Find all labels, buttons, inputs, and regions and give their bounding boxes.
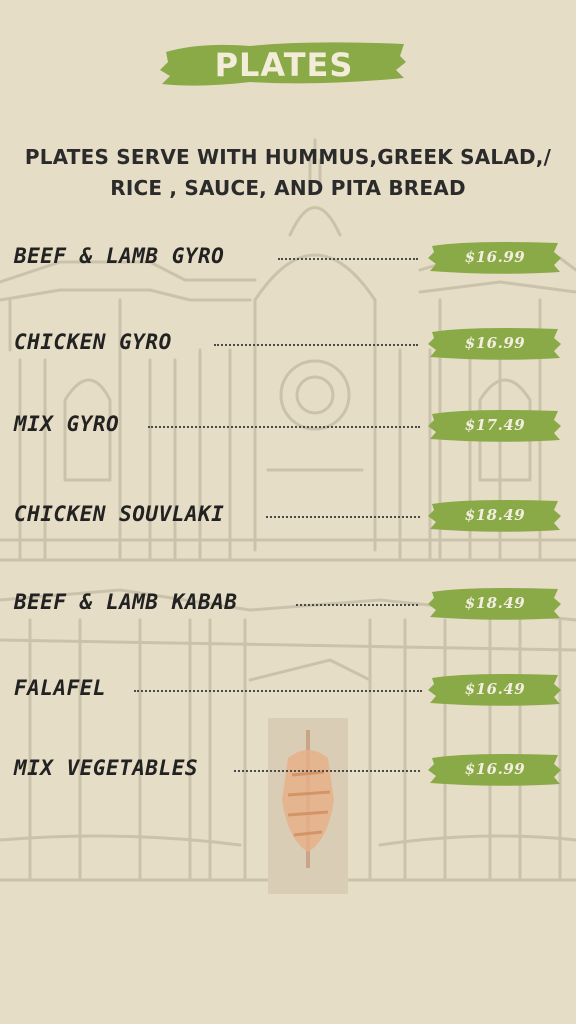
menu-item-price: $16.49 bbox=[464, 680, 526, 698]
menu-item-price: $16.99 bbox=[464, 334, 526, 352]
menu-item: BEEF & LAMB GYRO $16.99 bbox=[14, 236, 562, 276]
dotted-leader bbox=[266, 516, 420, 518]
menu-item-price: $16.99 bbox=[464, 760, 526, 778]
menu-page: PLATES PLATES SERVE WITH HUMMUS,GREEK SA… bbox=[0, 0, 576, 1024]
price-tag: $18.49 bbox=[428, 498, 562, 532]
menu-item: BEEF & LAMB KABAB $18.49 bbox=[14, 582, 562, 622]
menu-item-price: $18.49 bbox=[464, 506, 526, 524]
price-tag: $16.99 bbox=[428, 752, 562, 786]
menu-item-name: CHICKEN SOUVLAKI bbox=[14, 502, 225, 526]
menu-item: MIX VEGETABLES $16.99 bbox=[14, 748, 562, 788]
menu-item: FALAFEL $16.49 bbox=[14, 668, 562, 708]
page-title: PLATES bbox=[214, 46, 354, 84]
menu-item-name: CHICKEN GYRO bbox=[14, 330, 172, 354]
dotted-leader bbox=[214, 344, 418, 346]
price-tag: $17.49 bbox=[428, 408, 562, 442]
description-line-2: RICE , SAUCE, AND PITA BREAD bbox=[110, 176, 466, 200]
menu-item-name: FALAFEL bbox=[14, 676, 107, 700]
menu-item-name: BEEF & LAMB GYRO bbox=[14, 244, 225, 268]
plates-description: PLATES SERVE WITH HUMMUS,GREEK SALAD,/ R… bbox=[10, 142, 566, 204]
price-tag: $16.99 bbox=[428, 326, 562, 360]
dotted-leader bbox=[148, 426, 420, 428]
price-tag: $16.99 bbox=[428, 240, 562, 274]
dotted-leader bbox=[296, 604, 418, 606]
menu-item: MIX GYRO $17.49 bbox=[14, 404, 562, 444]
menu-item: CHICKEN GYRO $16.99 bbox=[14, 322, 562, 362]
menu-item-price: $18.49 bbox=[464, 594, 526, 612]
title-banner: PLATES bbox=[160, 40, 408, 90]
menu-item-price: $16.99 bbox=[464, 248, 526, 266]
menu-item: CHICKEN SOUVLAKI $18.49 bbox=[14, 494, 562, 534]
menu-item-price: $17.49 bbox=[464, 416, 526, 434]
dotted-leader bbox=[134, 690, 422, 692]
price-tag: $18.49 bbox=[428, 586, 562, 620]
dotted-leader bbox=[234, 770, 420, 772]
dotted-leader bbox=[278, 258, 418, 260]
description-line-1: PLATES SERVE WITH HUMMUS,GREEK SALAD,/ bbox=[24, 145, 552, 169]
menu-item-name: MIX VEGETABLES bbox=[14, 756, 199, 780]
menu-item-name: BEEF & LAMB KABAB bbox=[14, 590, 238, 614]
menu-item-name: MIX GYRO bbox=[14, 412, 120, 436]
price-tag: $16.49 bbox=[428, 672, 562, 706]
